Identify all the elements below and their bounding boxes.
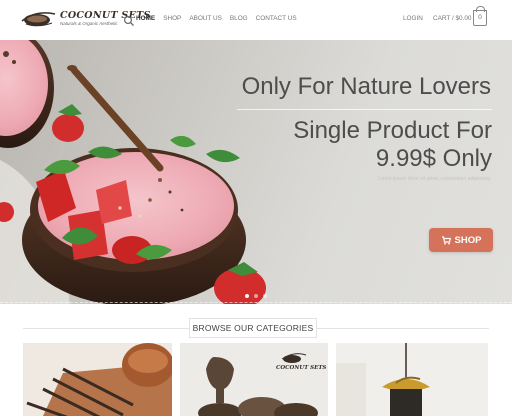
category-tile-cups[interactable]: COCONUT SETS	[180, 343, 328, 416]
cart-icon[interactable]: 0	[473, 6, 487, 26]
hero-faint-text: Lorem ipsum dolor sit amet, consectetur …	[377, 176, 490, 182]
slider-dot[interactable]	[245, 294, 249, 298]
search-icon[interactable]	[123, 14, 135, 26]
login-link[interactable]: LOGIN	[403, 15, 423, 22]
main-nav: HOME SHOP ABOUT US BLOG CONTACT US	[136, 15, 305, 22]
nav-about-us[interactable]: ABOUT US	[189, 15, 222, 22]
hero-slider: Only For Nature Lovers Single Product Fo…	[0, 40, 512, 304]
coconut-logo-icon	[21, 12, 56, 27]
logo[interactable]: COCONUT SETS Naturals & Organic Aestheti…	[20, 6, 150, 34]
nav-contact-us[interactable]: CONTACT US	[256, 15, 297, 22]
nav-home[interactable]: HOME	[136, 15, 155, 22]
categories-title: BROWSE OUR CATEGORIES	[189, 318, 317, 338]
hero-bottom-divider	[0, 302, 512, 304]
slider-dots	[0, 292, 512, 302]
category-tile-decor[interactable]	[336, 343, 488, 416]
hero-subtitle-line1: Single Product For	[293, 117, 492, 144]
cart-link[interactable]: CART / $0.00	[433, 15, 471, 22]
nav-shop[interactable]: SHOP	[163, 15, 181, 22]
hero-subtitle-line2: 9.99$ Only	[375, 145, 492, 172]
slider-dot[interactable]	[254, 294, 258, 298]
cart-count: 0	[478, 14, 482, 21]
slider-dot[interactable]	[263, 294, 267, 298]
category-image	[180, 343, 328, 416]
category-image	[336, 343, 488, 416]
category-tile-chopsticks[interactable]	[23, 343, 172, 416]
nav-blog[interactable]: BLOG	[230, 15, 248, 22]
shop-button[interactable]: SHOP	[429, 228, 493, 252]
category-image	[23, 343, 172, 416]
logo-tagline: Naturals & Organic Aesthetic	[60, 21, 118, 26]
hero-title: Only For Nature Lovers	[241, 73, 491, 100]
category-logo-text: COCONUT SETS	[276, 365, 327, 371]
hero-divider	[237, 109, 492, 110]
shop-button-label: SHOP	[454, 234, 482, 246]
cart-icon	[441, 236, 451, 245]
site-header: COCONUT SETS Naturals & Organic Aestheti…	[0, 0, 512, 40]
